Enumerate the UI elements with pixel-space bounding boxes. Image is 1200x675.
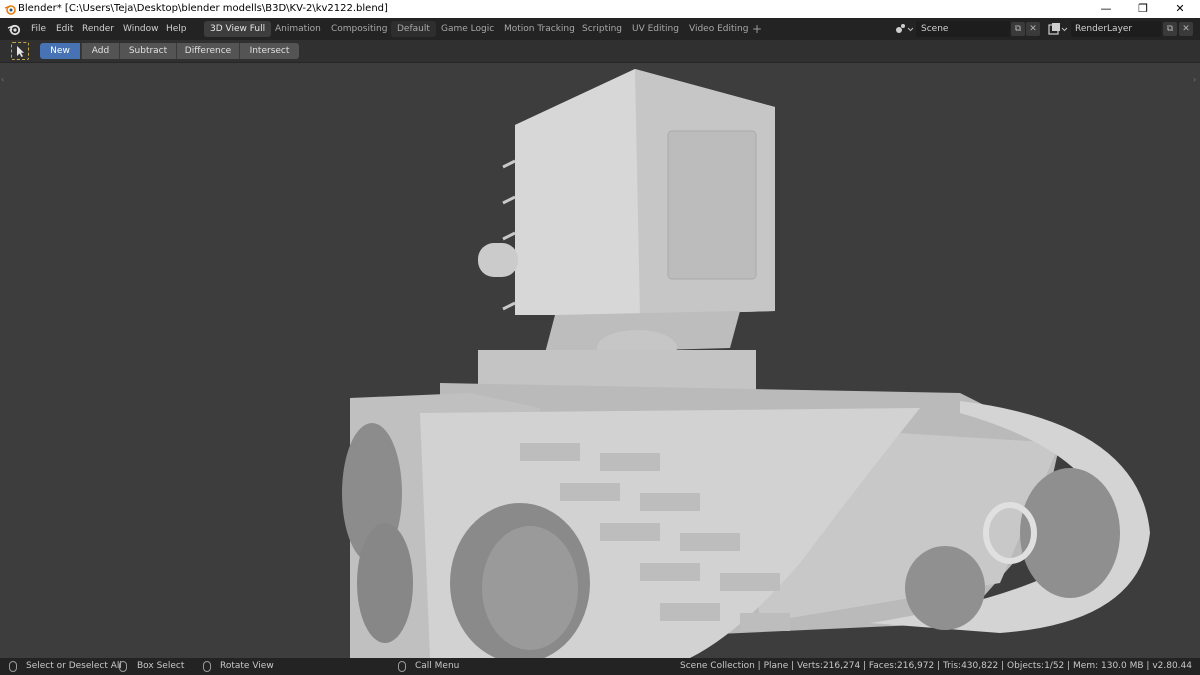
- mode-add-button[interactable]: Add: [81, 43, 119, 59]
- mouse-drag-icon: [119, 661, 127, 672]
- render-layer-field[interactable]: RenderLayer: [1071, 21, 1161, 37]
- window-title: Blender* [C:\Users\Teja\Desktop\blender …: [18, 3, 388, 14]
- status-box-select: Box Select: [137, 661, 185, 671]
- turret-rails: [502, 159, 516, 311]
- minimize-button[interactable]: —: [1088, 0, 1124, 18]
- menu-window[interactable]: Window: [123, 18, 159, 40]
- close-button[interactable]: ✕: [1162, 0, 1198, 18]
- menu-help[interactable]: Help: [166, 18, 187, 40]
- add-workspace-button[interactable]: +: [752, 18, 762, 40]
- menu-file[interactable]: File: [31, 18, 46, 40]
- tab-3d-view-full[interactable]: 3D View Full: [204, 21, 272, 37]
- scene-name-field[interactable]: Scene: [916, 21, 1010, 37]
- blender-logo-icon[interactable]: [7, 22, 21, 36]
- tab-video-editing[interactable]: Video Editing: [683, 21, 754, 37]
- tab-uv-editing[interactable]: UV Editing: [626, 21, 685, 37]
- 3d-viewport[interactable]: ‹ ›: [0, 63, 1200, 658]
- status-bar: Select or Deselect All Box Select Rotate…: [0, 658, 1200, 675]
- tab-default[interactable]: Default: [391, 21, 436, 37]
- window-titlebar: Blender* [C:\Users\Teja\Desktop\blender …: [0, 0, 1200, 18]
- mode-intersect-button[interactable]: Intersect: [239, 43, 299, 59]
- delete-render-layer-button[interactable]: ✕: [1179, 22, 1193, 36]
- tab-scripting[interactable]: Scripting: [576, 21, 628, 37]
- menu-render[interactable]: Render: [82, 18, 114, 40]
- delete-scene-button[interactable]: ✕: [1026, 22, 1040, 36]
- tab-game-logic[interactable]: Game Logic: [435, 21, 500, 37]
- turret-left-face: [515, 69, 640, 315]
- status-call-menu: Call Menu: [415, 661, 460, 671]
- tab-animation[interactable]: Animation: [269, 21, 327, 37]
- scene-statistics: Scene Collection | Plane | Verts:216,274…: [680, 661, 1192, 671]
- status-select-all: Select or Deselect All: [26, 661, 122, 671]
- turret-cylinder: [478, 243, 518, 277]
- right-rear-wheel: [905, 546, 985, 630]
- tank-model-render: [342, 69, 1150, 658]
- render-layer-icon[interactable]: [1046, 21, 1070, 37]
- cursor-arrow-icon: [17, 46, 24, 57]
- blender-app-icon: [4, 5, 16, 15]
- menu-edit[interactable]: Edit: [56, 18, 73, 40]
- blender-topbar: File Edit Render Window Help 3D View Ful…: [0, 18, 1200, 40]
- new-scene-button[interactable]: ⧉: [1011, 22, 1025, 36]
- scene-icon[interactable]: [893, 21, 915, 37]
- mouse-left-icon: [9, 661, 17, 672]
- status-rotate-view: Rotate View: [220, 661, 274, 671]
- mouse-middle-icon: [203, 661, 211, 672]
- front-wheel-hub: [482, 526, 578, 650]
- new-render-layer-button[interactable]: ⧉: [1163, 22, 1177, 36]
- mouse-right-icon: [398, 661, 406, 672]
- mode-new-button[interactable]: New: [40, 43, 80, 59]
- tab-compositing[interactable]: Compositing: [325, 21, 393, 37]
- turret-hatch: [667, 130, 757, 280]
- maximize-button[interactable]: ❐: [1125, 0, 1161, 18]
- mode-subtract-button[interactable]: Subtract: [119, 43, 176, 59]
- select-tool-icon[interactable]: [11, 42, 29, 60]
- mode-difference-button[interactable]: Difference: [176, 43, 239, 59]
- tool-header: New Add Subtract Difference Intersect: [0, 40, 1200, 63]
- tab-motion-tracking[interactable]: Motion Tracking: [498, 21, 581, 37]
- left-wheel-2: [357, 523, 413, 643]
